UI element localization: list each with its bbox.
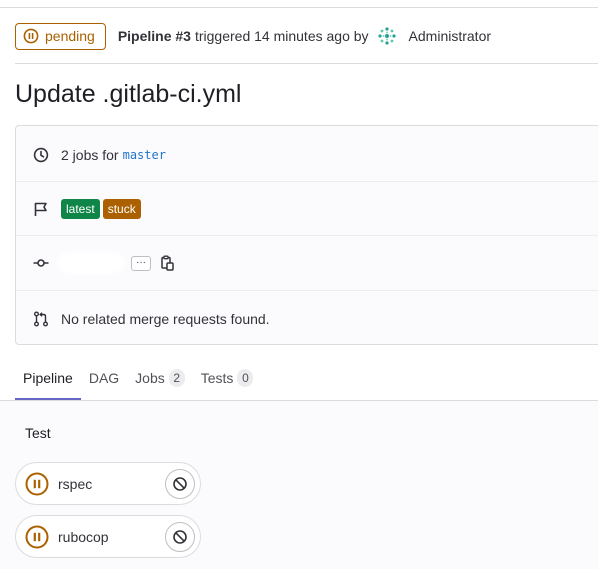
commit-row: ··· xyxy=(16,252,598,274)
tab-pipeline[interactable]: Pipeline xyxy=(15,356,81,400)
avatar[interactable] xyxy=(377,26,397,46)
tab-dag[interactable]: DAG xyxy=(81,356,127,400)
job-name: rubocop xyxy=(58,528,109,545)
flag-icon xyxy=(32,201,49,218)
commit-sha-redacted[interactable] xyxy=(61,256,121,270)
cancel-job-button[interactable] xyxy=(165,468,195,499)
job-rubocop[interactable]: rubocop xyxy=(15,515,201,558)
commit-icon xyxy=(32,255,49,272)
tab-label: Jobs xyxy=(135,370,165,386)
latest-badge[interactable]: latest xyxy=(61,199,100,219)
expand-commit-message-button[interactable]: ··· xyxy=(131,255,151,271)
tab-label: Tests xyxy=(200,370,234,386)
row-divider xyxy=(16,181,598,182)
pipeline-id: Pipeline #3 xyxy=(117,28,191,44)
pipeline-tabs: Pipeline DAG Jobs 2 Tests 0 xyxy=(15,356,261,400)
clock-icon xyxy=(32,147,49,164)
pause-circle-icon xyxy=(23,28,39,44)
tab-tests[interactable]: Tests 0 xyxy=(193,356,262,400)
status-label: pending xyxy=(45,28,95,44)
jobs-row: 2 jobs for master xyxy=(16,144,598,166)
tab-label: Pipeline xyxy=(23,370,73,386)
header-text: Pipeline #3 triggered 14 minutes ago by … xyxy=(118,26,491,46)
merge-request-icon xyxy=(32,311,49,328)
branch-link[interactable]: master xyxy=(123,148,166,162)
merge-requests-text: No related merge requests found. xyxy=(61,311,270,327)
cancel-icon xyxy=(173,529,187,544)
stuck-badge[interactable]: stuck xyxy=(102,199,141,219)
status-badge[interactable]: pending xyxy=(15,22,106,50)
cancel-icon xyxy=(173,476,187,491)
pause-circle-icon xyxy=(25,525,49,549)
row-divider xyxy=(16,290,598,291)
triggered-text: triggered 14 minutes ago by xyxy=(194,28,369,44)
job-name: rspec xyxy=(58,475,93,492)
row-divider xyxy=(16,235,598,236)
pipeline-header: pending Pipeline #3 triggered 14 minutes… xyxy=(15,22,491,50)
badges-row: latest stuck xyxy=(16,198,598,220)
pipeline-info-box: 2 jobs for master latest stuck ··· No re… xyxy=(15,125,598,345)
stage-title: Test xyxy=(25,425,51,441)
tab-jobs[interactable]: Jobs 2 xyxy=(127,356,193,400)
tab-label: DAG xyxy=(88,370,120,386)
job-rspec[interactable]: rspec xyxy=(15,462,201,505)
jobs-count-badge: 2 xyxy=(168,369,185,387)
tests-count-badge: 0 xyxy=(237,369,254,387)
pause-circle-icon xyxy=(25,472,49,496)
merge-requests-row: No related merge requests found. xyxy=(16,308,598,330)
jobs-count-text: 2 jobs for xyxy=(61,147,119,163)
top-divider xyxy=(0,7,598,8)
user-link[interactable]: Administrator xyxy=(409,28,491,44)
cancel-job-button[interactable] xyxy=(165,521,195,552)
header-divider xyxy=(15,63,598,64)
clipboard-icon[interactable] xyxy=(159,255,175,271)
page-title: Update .gitlab-ci.yml xyxy=(15,80,242,108)
pipeline-graph: Test rspec rubocop xyxy=(0,401,598,569)
